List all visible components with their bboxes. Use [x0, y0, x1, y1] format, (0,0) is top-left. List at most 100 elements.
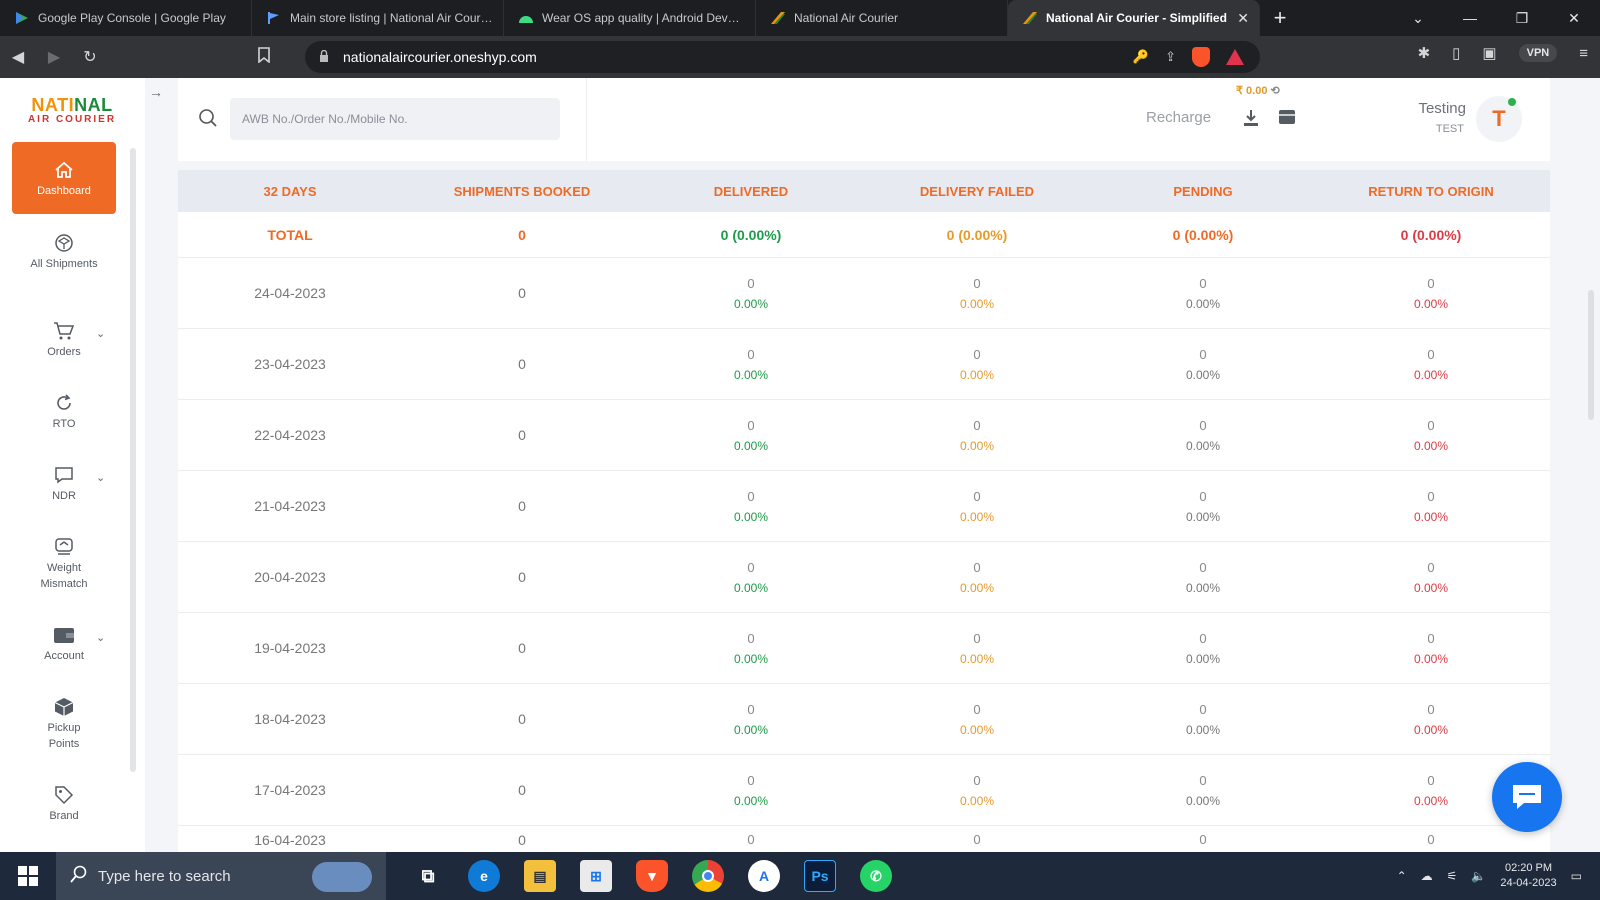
- table-row: 18-04-2023 0 0 0.00% 0 0.00% 0 0.00% 0 0.00%: [178, 684, 1550, 755]
- sidebar-item-pickup-points[interactable]: Pickup Points: [12, 694, 116, 752]
- brave-shields-icon[interactable]: [1192, 47, 1210, 67]
- sidebar-item-orders[interactable]: Orders ⌄: [12, 318, 116, 360]
- back-button[interactable]: ◀: [0, 47, 36, 67]
- file-explorer-icon[interactable]: ▤: [524, 860, 556, 892]
- failed-count: 0: [973, 417, 981, 433]
- tray-overflow-icon[interactable]: ⌃: [1397, 869, 1407, 883]
- rto-percent: 0.00%: [1413, 438, 1449, 453]
- tab-list-chevron-icon[interactable]: ⌄: [1392, 10, 1444, 27]
- recharge-button[interactable]: Recharge: [1146, 109, 1211, 126]
- edge-icon[interactable]: e: [468, 860, 500, 892]
- refresh-icon: [51, 390, 77, 416]
- app-store-icon[interactable]: A: [748, 860, 780, 892]
- store-icon[interactable]: ⊞: [580, 860, 612, 892]
- bookmark-icon[interactable]: [258, 47, 270, 67]
- notifications-icon[interactable]: ▭: [1571, 869, 1582, 883]
- sidebar-item-ndr[interactable]: NDR ⌄: [12, 462, 116, 504]
- wallet-icon[interactable]: [1278, 108, 1296, 131]
- reload-button[interactable]: ↻: [72, 47, 108, 67]
- browser-tab-active[interactable]: National Air Courier - Simplified ✕: [1008, 0, 1260, 36]
- url-field[interactable]: nationalaircourier.oneshyp.com 🔑 ⇪: [305, 41, 1260, 73]
- sidebar-item-brand[interactable]: Brand: [12, 782, 116, 824]
- delivered-count: 0: [747, 832, 755, 847]
- cell-pending: 0 0.00%: [1094, 631, 1312, 666]
- logo-text: NATI: [31, 95, 75, 115]
- browser-tab[interactable]: Google Play Console | Google Play: [0, 0, 252, 36]
- balance-value: ₹ 0.00: [1236, 85, 1268, 97]
- pending-count: 0: [1199, 832, 1207, 847]
- volume-mute-icon[interactable]: 🔈: [1471, 869, 1486, 883]
- key-icon[interactable]: 🔑: [1133, 49, 1149, 65]
- photoshop-icon[interactable]: Ps: [804, 860, 836, 892]
- app-header: ₹ 0.00 ⟲ Recharge Testing TEST T: [178, 78, 1550, 161]
- row-booked: 0: [518, 832, 526, 848]
- browser-tab[interactable]: National Air Courier: [756, 0, 1008, 36]
- sidebar-item-label: Dashboard: [37, 185, 91, 197]
- minimize-button[interactable]: —: [1444, 10, 1496, 26]
- close-tab-icon[interactable]: ✕: [1237, 10, 1249, 27]
- search-icon: [70, 865, 88, 887]
- rto-count: 0: [1427, 630, 1435, 646]
- app-sidebar: NATINAL AIR COURIER Dashboard All Shipme…: [0, 78, 145, 852]
- delivered-count: 0: [747, 275, 755, 291]
- awb-search-input[interactable]: [230, 98, 560, 140]
- history-icon[interactable]: ⟲: [1271, 85, 1280, 97]
- extensions-icon[interactable]: ✱: [1418, 44, 1431, 62]
- sidebar-item-label: Weight Mismatch: [40, 562, 88, 590]
- failed-percent: 0.00%: [959, 367, 995, 382]
- task-view-icon[interactable]: ⧉: [412, 860, 444, 892]
- sidebar-item-label: All Shipments: [30, 258, 98, 270]
- menu-icon[interactable]: ≡: [1579, 45, 1588, 62]
- support-chat-button[interactable]: [1492, 762, 1562, 832]
- flag-icon: [266, 11, 282, 25]
- delivered-count: 0: [747, 772, 755, 788]
- brave-rewards-icon[interactable]: [1226, 49, 1244, 65]
- pending-percent: 0.00%: [1185, 651, 1221, 666]
- sidebar-toggle-icon[interactable]: ▯: [1452, 44, 1460, 62]
- rto-count: 0: [1427, 772, 1435, 788]
- clock-time: 02:20 PM: [1504, 862, 1553, 874]
- whatsapp-icon[interactable]: ✆: [860, 860, 892, 892]
- taskbar-clock[interactable]: 02:20 PM 24-04-2023: [1500, 861, 1556, 891]
- browser-tab[interactable]: Main store listing | National Air Courie…: [252, 0, 504, 36]
- close-window-button[interactable]: ✕: [1548, 10, 1600, 27]
- browser-tab[interactable]: Wear OS app quality | Android Developers: [504, 0, 756, 36]
- taskbar-search[interactable]: Type here to search: [56, 852, 386, 900]
- sidebar-item-dashboard[interactable]: Dashboard: [12, 142, 116, 214]
- chrome-icon[interactable]: [692, 860, 724, 892]
- share-icon[interactable]: ⇪: [1165, 49, 1176, 65]
- new-tab-button[interactable]: +: [1260, 5, 1300, 31]
- restore-button[interactable]: ❐: [1496, 10, 1548, 27]
- start-button[interactable]: [0, 866, 56, 886]
- pending-count: 0: [1199, 417, 1207, 433]
- sidebar-item-all-shipments[interactable]: All Shipments: [12, 230, 116, 272]
- row-booked: 0: [518, 427, 526, 443]
- rto-percent: 0.00%: [1413, 793, 1449, 808]
- cell-pending: 0 0.00%: [1094, 773, 1312, 808]
- network-icon[interactable]: ⚟: [1447, 869, 1458, 883]
- table-header: 32 DAYS SHIPMENTS BOOKED DELIVERED DELIV…: [178, 170, 1550, 212]
- page-scrollbar[interactable]: [1588, 290, 1594, 420]
- avatar[interactable]: T: [1476, 96, 1522, 142]
- forward-button[interactable]: ▶: [36, 47, 72, 67]
- sidebar-item-account[interactable]: Account ⌄: [12, 622, 116, 664]
- column-header: PENDING: [1173, 183, 1233, 199]
- table-row: 17-04-2023 0 0 0.00% 0 0.00% 0 0.00% 0 0.00%: [178, 755, 1550, 826]
- sidebar-scrollbar[interactable]: [130, 148, 136, 772]
- delivered-count: 0: [747, 417, 755, 433]
- brave-browser-icon[interactable]: ▼: [636, 860, 668, 892]
- sidebar-item-rto[interactable]: RTO: [12, 390, 116, 432]
- rto-count: 0: [1427, 559, 1435, 575]
- cell-delivered: 0 0.00%: [642, 347, 860, 382]
- wallet-icon[interactable]: ▣: [1482, 44, 1496, 62]
- cloud-icon[interactable]: ☁: [1421, 869, 1433, 883]
- download-icon[interactable]: [1242, 108, 1260, 133]
- collapse-sidebar-arrow-icon[interactable]: →: [149, 84, 163, 100]
- wallet-balance: ₹ 0.00 ⟲: [1236, 84, 1280, 97]
- brand-logo[interactable]: NATINAL AIR COURIER: [18, 96, 126, 126]
- sidebar-item-weight-mismatch[interactable]: Weight Mismatch: [12, 534, 116, 592]
- cell-pending: 0 0.00%: [1094, 489, 1312, 524]
- vpn-button[interactable]: VPN: [1518, 44, 1558, 62]
- windows-logo-icon: [18, 866, 38, 886]
- cell-rto: 0 0.00%: [1312, 418, 1550, 453]
